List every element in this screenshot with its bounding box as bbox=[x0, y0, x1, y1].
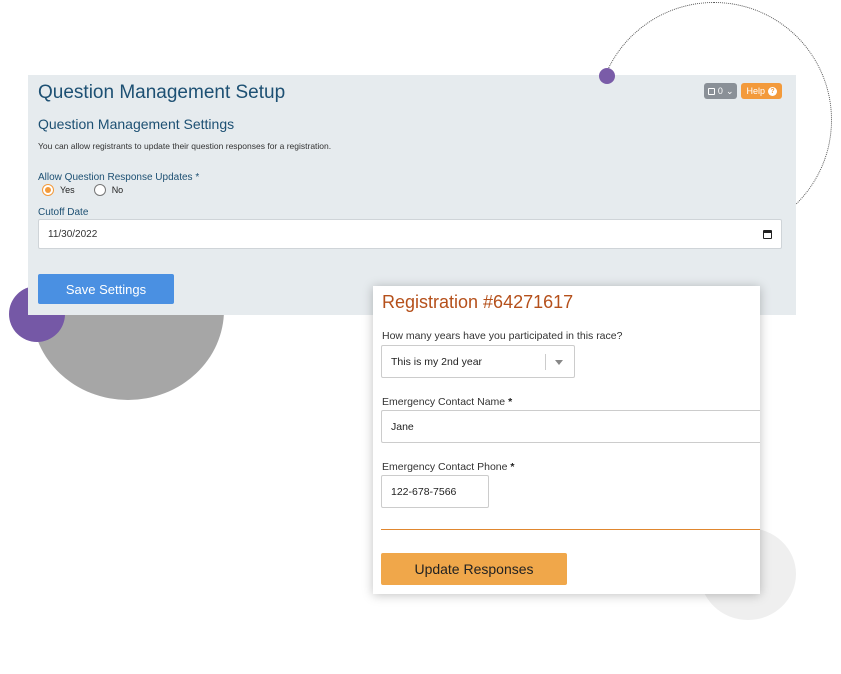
count-dropdown-button[interactable]: 0 ⌄ bbox=[703, 83, 738, 99]
help-label: Help bbox=[746, 86, 765, 96]
radio-yes[interactable] bbox=[42, 184, 54, 196]
calendar-icon[interactable] bbox=[763, 230, 772, 239]
radio-no-label[interactable]: No bbox=[112, 185, 124, 195]
radio-yes-label[interactable]: Yes bbox=[60, 185, 75, 195]
question-circle-icon: ? bbox=[768, 86, 777, 96]
years-select-value: This is my 2nd year bbox=[391, 355, 483, 368]
contact-name-value: Jane bbox=[391, 420, 414, 433]
contact-phone-input[interactable]: 122-678-7566 bbox=[381, 475, 489, 508]
decorative-purple-dot bbox=[599, 68, 615, 84]
required-marker: * bbox=[510, 461, 515, 473]
divider bbox=[381, 529, 760, 530]
contact-phone-label: Emergency Contact Phone * bbox=[382, 461, 515, 473]
select-separator bbox=[545, 354, 546, 370]
cutoff-date-label: Cutoff Date bbox=[38, 207, 89, 218]
registration-card: Registration #64271617 How many years ha… bbox=[373, 286, 760, 594]
question-management-panel: Question Management Setup 0 ⌄ Help ? Que… bbox=[28, 75, 796, 315]
allow-updates-label-text: Allow Question Response Updates bbox=[38, 172, 193, 183]
years-question-label: How many years have you participated in … bbox=[382, 330, 623, 342]
contact-phone-value: 122-678-7566 bbox=[391, 485, 457, 498]
chevron-down-icon: ⌄ bbox=[725, 85, 734, 96]
required-marker: * bbox=[508, 396, 513, 408]
save-settings-button[interactable]: Save Settings bbox=[38, 274, 174, 304]
registration-title: Registration #64271617 bbox=[382, 292, 574, 312]
allow-updates-label: Allow Question Response Updates * bbox=[38, 172, 199, 183]
required-marker: * bbox=[195, 172, 200, 183]
header-controls: 0 ⌄ Help ? bbox=[703, 83, 782, 99]
allow-updates-radio-group: Yes No bbox=[42, 184, 142, 196]
radio-no[interactable] bbox=[93, 184, 106, 196]
count-badge: 0 bbox=[717, 86, 723, 96]
help-button[interactable]: Help ? bbox=[741, 83, 782, 99]
years-select[interactable]: This is my 2nd year bbox=[381, 345, 575, 378]
caret-down-icon[interactable] bbox=[555, 360, 563, 365]
update-responses-button[interactable]: Update Responses bbox=[381, 553, 567, 585]
page-title: Question Management Setup bbox=[38, 82, 286, 103]
cutoff-date-value: 11/30/2022 bbox=[48, 228, 98, 240]
section-title: Question Management Settings bbox=[38, 116, 235, 132]
contact-name-label: Emergency Contact Name * bbox=[382, 396, 512, 408]
contact-name-input[interactable]: Jane bbox=[381, 410, 760, 443]
section-description: You can allow registrants to update thei… bbox=[38, 141, 332, 151]
contact-phone-label-text: Emergency Contact Phone bbox=[382, 461, 508, 473]
cutoff-date-input[interactable]: 11/30/2022 bbox=[38, 219, 782, 249]
list-icon bbox=[707, 87, 715, 95]
contact-name-label-text: Emergency Contact Name bbox=[382, 396, 506, 408]
